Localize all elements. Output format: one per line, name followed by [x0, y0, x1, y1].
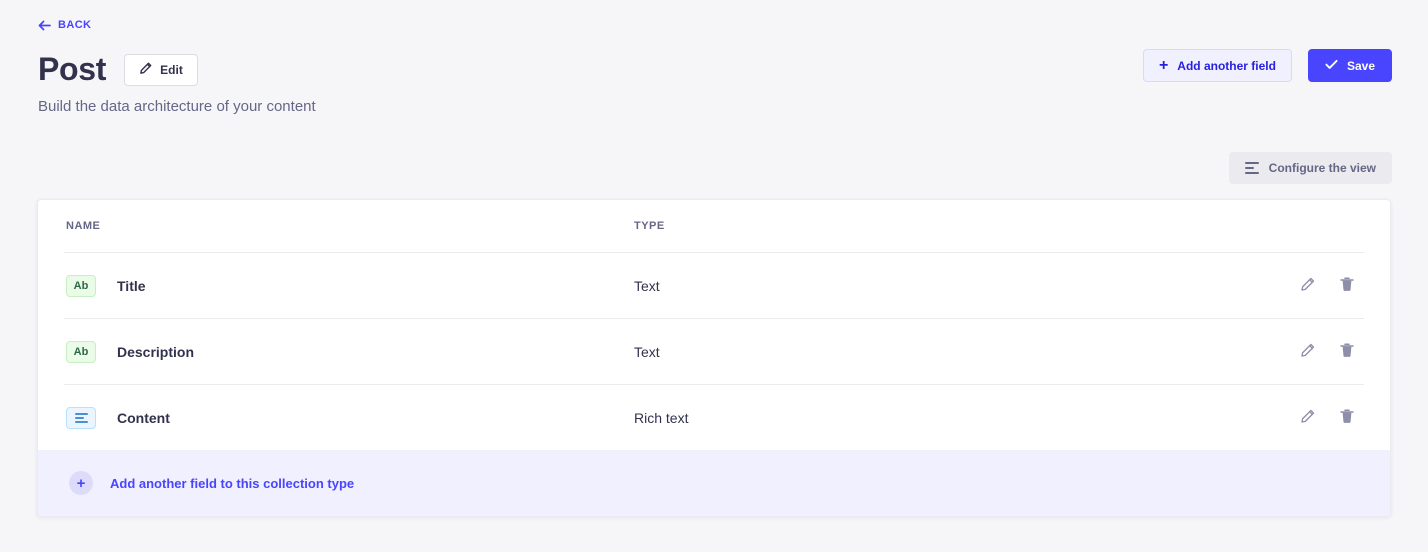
plus-icon: +: [1158, 56, 1169, 74]
cell-type: Text: [634, 343, 660, 360]
table-header-row: NAME TYPE: [38, 200, 1390, 252]
cell-name: Ab Title: [66, 274, 634, 297]
content-type-builder-page: BACK Post Edit Build the data architectu…: [0, 0, 1428, 552]
trash-icon: [1340, 276, 1354, 295]
header-actions: + Add another field Save: [1142, 49, 1392, 82]
delete-field-button[interactable]: [1338, 342, 1356, 361]
add-another-field-button[interactable]: + Add another field: [1142, 49, 1292, 82]
table-row[interactable]: Ab Title Text: [38, 253, 1390, 318]
back-link[interactable]: BACK: [38, 20, 91, 31]
pencil-icon: [1300, 277, 1315, 295]
trash-icon: [1340, 408, 1354, 427]
field-name: Title: [117, 277, 146, 294]
row-actions: [1298, 342, 1362, 361]
column-header-name: NAME: [66, 220, 101, 232]
cell-type: Rich text: [634, 409, 689, 426]
delete-field-button[interactable]: [1338, 276, 1356, 295]
field-type-icon-text: Ab: [66, 274, 96, 297]
column-header-type: TYPE: [634, 220, 665, 232]
cell-name: Content: [66, 406, 634, 429]
add-another-field-label: Add another field: [1177, 58, 1276, 73]
row-actions: [1298, 408, 1362, 427]
rich-text-lines-icon: [74, 412, 88, 423]
page-title: Post: [38, 51, 107, 87]
edit-field-button[interactable]: [1298, 277, 1316, 295]
page-subtitle: Build the data architecture of your cont…: [38, 98, 316, 116]
field-type-icon-text: Ab: [66, 340, 96, 363]
edit-button-label: Edit: [160, 62, 183, 77]
table-row[interactable]: Content Rich text: [38, 385, 1390, 450]
delete-field-button[interactable]: [1338, 408, 1356, 427]
edit-field-button[interactable]: [1298, 409, 1316, 427]
fields-table-card: NAME TYPE Ab Title Text Ab Description T…: [37, 199, 1391, 517]
trash-icon: [1340, 342, 1354, 361]
back-link-label: BACK: [58, 19, 92, 31]
field-type-icon-richtext: [66, 406, 96, 429]
row-actions: [1298, 276, 1362, 295]
sliders-icon: [1244, 161, 1259, 174]
cell-name: Ab Description: [66, 340, 634, 363]
table-row[interactable]: Ab Description Text: [38, 319, 1390, 384]
field-name: Description: [117, 343, 195, 360]
field-name: Content: [117, 409, 170, 426]
configure-the-view-button[interactable]: Configure the view: [1228, 151, 1392, 184]
pencil-icon: [139, 62, 152, 78]
save-button-label: Save: [1346, 58, 1375, 73]
cell-type: Text: [634, 277, 660, 294]
plus-icon: +: [69, 471, 93, 495]
edit-button[interactable]: Edit: [124, 53, 198, 86]
pencil-icon: [1300, 343, 1315, 361]
save-button[interactable]: Save: [1307, 49, 1392, 82]
edit-field-button[interactable]: [1298, 343, 1316, 361]
configure-the-view-label: Configure the view: [1268, 160, 1376, 175]
add-another-field-row[interactable]: + Add another field to this collection t…: [38, 450, 1390, 516]
pencil-icon: [1300, 409, 1315, 427]
add-another-field-row-label: Add another field to this collection typ…: [110, 475, 355, 491]
check-icon: [1325, 59, 1338, 73]
configure-view-wrap: Configure the view: [1228, 151, 1392, 184]
arrow-left-icon: [38, 20, 51, 31]
